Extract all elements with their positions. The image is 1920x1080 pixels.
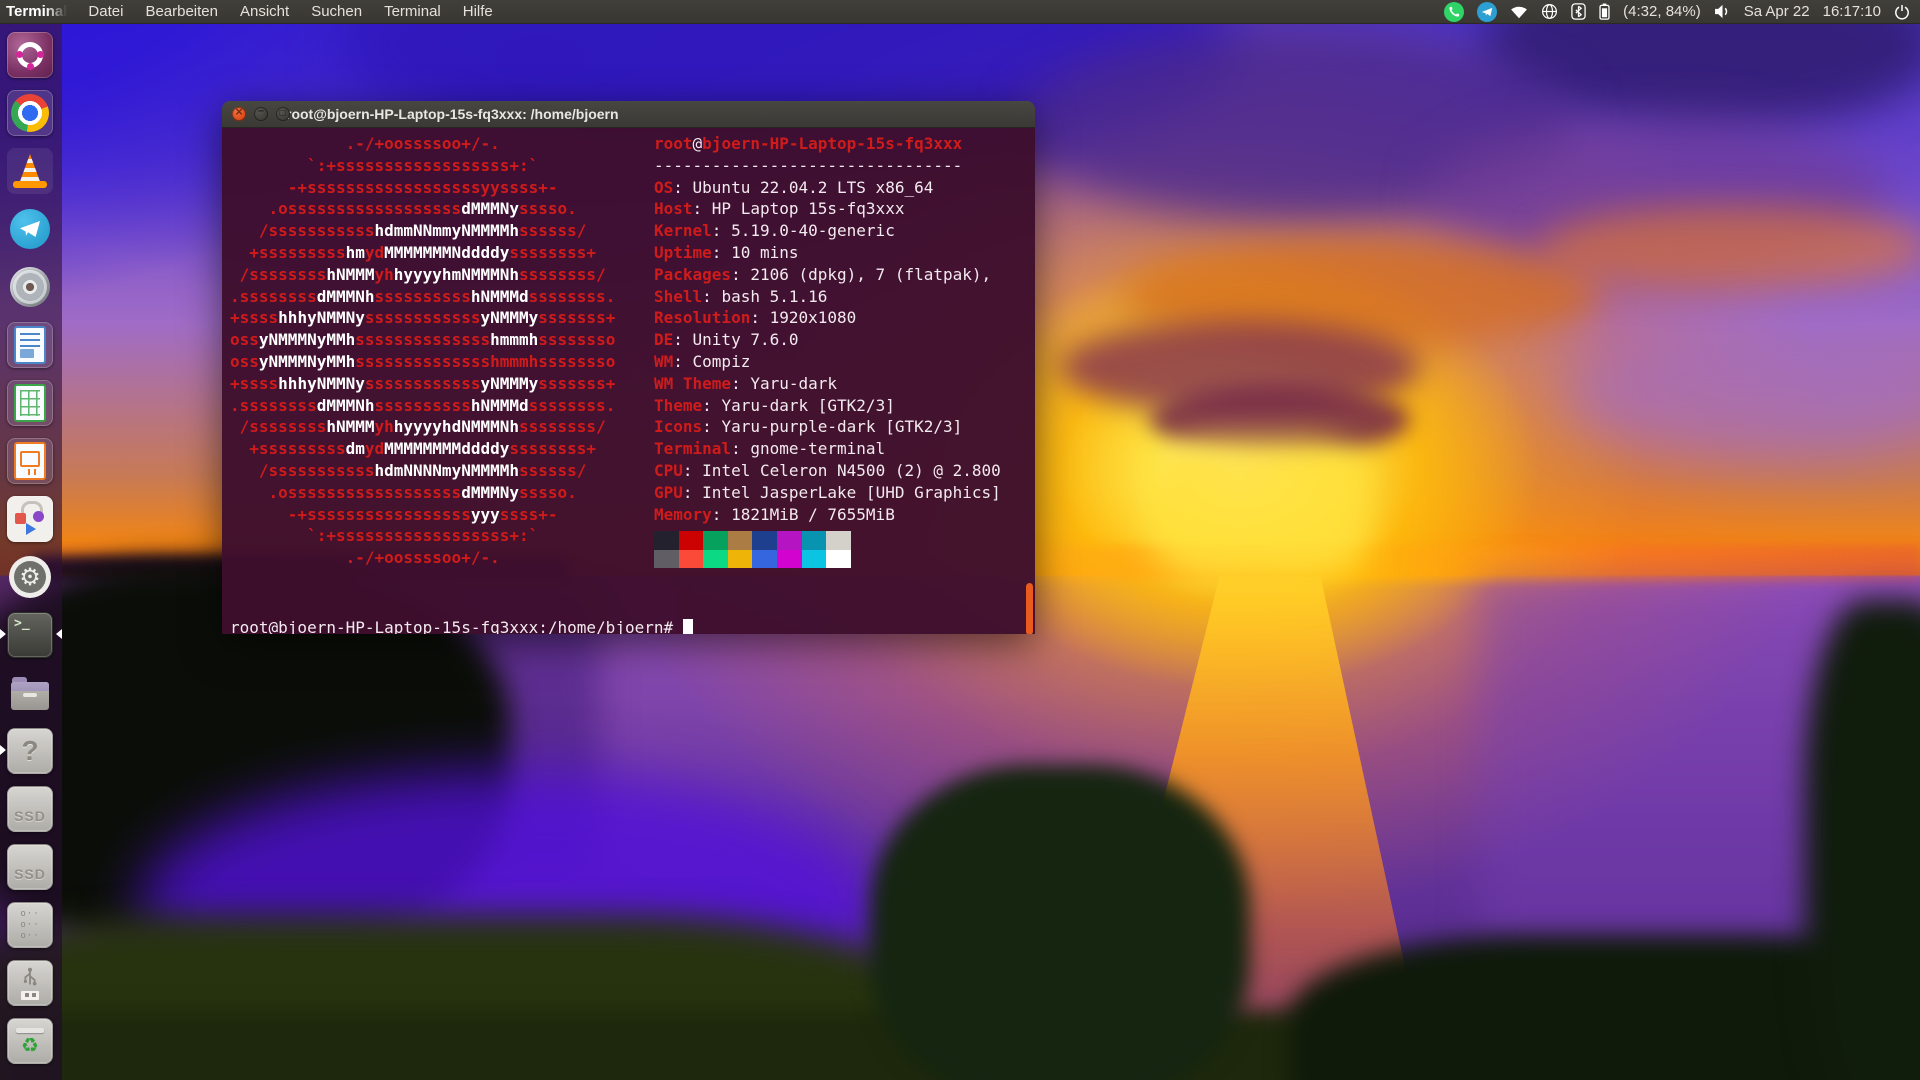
wallpaper-horizon bbox=[880, 545, 1920, 581]
telegram-app-icon bbox=[7, 206, 53, 252]
menu-bearbeiten[interactable]: Bearbeiten bbox=[134, 0, 229, 23]
launcher-item-ubuntu[interactable] bbox=[0, 32, 62, 78]
wallpaper-sun bbox=[1150, 440, 1370, 580]
launcher-item-disk[interactable]: o·· o·· o·· bbox=[0, 902, 62, 948]
palette-swatch bbox=[679, 550, 704, 569]
wallpaper-tree bbox=[870, 765, 1250, 1080]
neofetch-system-info: root@bjoern-HP-Laptop-15s-fq3xxx--------… bbox=[654, 133, 1001, 525]
launcher-item-terminal[interactable]: >_ bbox=[0, 612, 62, 658]
launcher-item-ubuntu-software[interactable] bbox=[0, 496, 62, 542]
folder-icon bbox=[7, 670, 53, 716]
launcher-item-trash[interactable]: ♻ bbox=[0, 1018, 62, 1064]
software-bag-icon bbox=[7, 496, 53, 542]
menu-datei[interactable]: Datei bbox=[77, 0, 134, 23]
prompt-text: root@bjoern-HP-Laptop-15s-fq3xxx:/home/b… bbox=[230, 618, 673, 634]
window-title: root@bjoern-HP-Laptop-15s-fq3xxx: /home/… bbox=[286, 106, 619, 122]
disc-icon bbox=[7, 264, 53, 310]
ssd-drive-icon: SSD bbox=[7, 844, 53, 890]
launcher-item-usb[interactable] bbox=[0, 960, 62, 1006]
top-panel: Terminal Datei Bearbeiten Ansicht Suchen… bbox=[0, 0, 1920, 24]
launcher-item-ssd-2[interactable]: SSD bbox=[0, 844, 62, 890]
terminal-color-palette bbox=[654, 531, 851, 568]
clock-date[interactable]: Sa Apr 22 bbox=[1744, 3, 1810, 20]
launcher-item-vlc[interactable] bbox=[0, 148, 62, 194]
close-button[interactable] bbox=[232, 107, 246, 121]
wifi-icon[interactable] bbox=[1510, 5, 1528, 19]
terminal-screen[interactable]: .-/+oossssoo+/-. `:+ssssssssssssssssss+:… bbox=[222, 128, 1035, 634]
launcher-item-libreoffice-impress[interactable] bbox=[0, 438, 62, 484]
launcher-item-ssd-1[interactable]: SSD bbox=[0, 786, 62, 832]
palette-swatch bbox=[752, 550, 777, 569]
network-globe-icon[interactable] bbox=[1541, 3, 1558, 20]
launcher-item-media-player[interactable] bbox=[0, 264, 62, 310]
battery-icon[interactable] bbox=[1599, 3, 1610, 20]
text-cursor bbox=[683, 619, 693, 634]
launcher-item-libreoffice-writer[interactable] bbox=[0, 322, 62, 368]
clock-time[interactable]: 16:17:10 bbox=[1823, 3, 1881, 20]
minimize-button[interactable] bbox=[254, 107, 268, 121]
menu-suchen[interactable]: Suchen bbox=[300, 0, 373, 23]
terminal-window: root@bjoern-HP-Laptop-15s-fq3xxx: /home/… bbox=[222, 101, 1035, 634]
neofetch-ascii-art: .-/+oossssoo+/-. `:+ssssssssssssssssss+:… bbox=[230, 133, 615, 569]
launcher-item-help[interactable]: ? bbox=[0, 728, 62, 774]
ubuntu-logo-icon bbox=[7, 32, 53, 78]
volume-icon[interactable] bbox=[1714, 4, 1731, 19]
system-tray: (4:32, 84%) Sa Apr 22 16:17:10 bbox=[1444, 0, 1920, 23]
bluetooth-icon[interactable] bbox=[1571, 3, 1586, 20]
launcher-item-files[interactable] bbox=[0, 670, 62, 716]
palette-swatch bbox=[777, 531, 802, 550]
whatsapp-icon[interactable] bbox=[1444, 2, 1464, 22]
palette-swatch bbox=[654, 531, 679, 550]
ssd-drive-icon: SSD bbox=[7, 786, 53, 832]
palette-swatch bbox=[679, 531, 704, 550]
palette-swatch bbox=[826, 531, 851, 550]
help-icon: ? bbox=[7, 728, 53, 774]
wallpaper-foliage bbox=[1805, 600, 1920, 1080]
trash-icon: ♻ bbox=[7, 1018, 53, 1064]
palette-swatch bbox=[752, 531, 777, 550]
disk-icon: o·· o·· o·· bbox=[7, 902, 53, 948]
palette-swatch bbox=[777, 550, 802, 569]
launcher-item-telegram[interactable] bbox=[0, 206, 62, 252]
libreoffice-calc-icon bbox=[7, 380, 53, 426]
palette-swatch bbox=[703, 550, 728, 569]
launcher-item-chrome[interactable] bbox=[0, 90, 62, 136]
window-titlebar[interactable]: root@bjoern-HP-Laptop-15s-fq3xxx: /home/… bbox=[222, 101, 1035, 128]
palette-swatch bbox=[802, 531, 827, 550]
launcher-item-libreoffice-calc[interactable] bbox=[0, 380, 62, 426]
palette-swatch bbox=[654, 550, 679, 569]
focused-indicator bbox=[51, 629, 62, 639]
wallpaper-cloud bbox=[1560, 330, 1920, 460]
chrome-icon bbox=[7, 90, 53, 136]
menu-terminal[interactable]: Terminal bbox=[373, 0, 452, 23]
unity-launcher: ⚙ >_ ? SSD SSD o·· o·· o·· bbox=[0, 24, 62, 1080]
menu-hilfe[interactable]: Hilfe bbox=[452, 0, 504, 23]
global-menu: Terminal Datei Bearbeiten Ansicht Suchen… bbox=[0, 0, 504, 23]
libreoffice-writer-icon bbox=[7, 322, 53, 368]
battery-status-text[interactable]: (4:32, 84%) bbox=[1623, 3, 1701, 20]
menu-ansicht[interactable]: Ansicht bbox=[229, 0, 300, 23]
telegram-icon[interactable] bbox=[1477, 2, 1497, 22]
wallpaper-cloud bbox=[1540, 205, 1920, 290]
launcher-item-settings[interactable]: ⚙ bbox=[0, 554, 62, 600]
palette-swatch bbox=[802, 550, 827, 569]
palette-swatch bbox=[826, 550, 851, 569]
libreoffice-impress-icon bbox=[7, 438, 53, 484]
palette-swatch bbox=[703, 531, 728, 550]
palette-swatch bbox=[728, 531, 753, 550]
palette-swatch bbox=[728, 550, 753, 569]
gear-icon: ⚙ bbox=[7, 554, 53, 600]
scrollbar-thumb[interactable] bbox=[1026, 583, 1033, 634]
shell-prompt: root@bjoern-HP-Laptop-15s-fq3xxx:/home/b… bbox=[230, 617, 693, 634]
maximize-button[interactable] bbox=[276, 107, 290, 121]
focused-app-name: Terminal bbox=[6, 3, 67, 20]
terminal-icon: >_ bbox=[7, 612, 53, 658]
vlc-icon bbox=[7, 148, 53, 194]
power-icon[interactable] bbox=[1894, 4, 1910, 20]
usb-drive-icon bbox=[7, 960, 53, 1006]
